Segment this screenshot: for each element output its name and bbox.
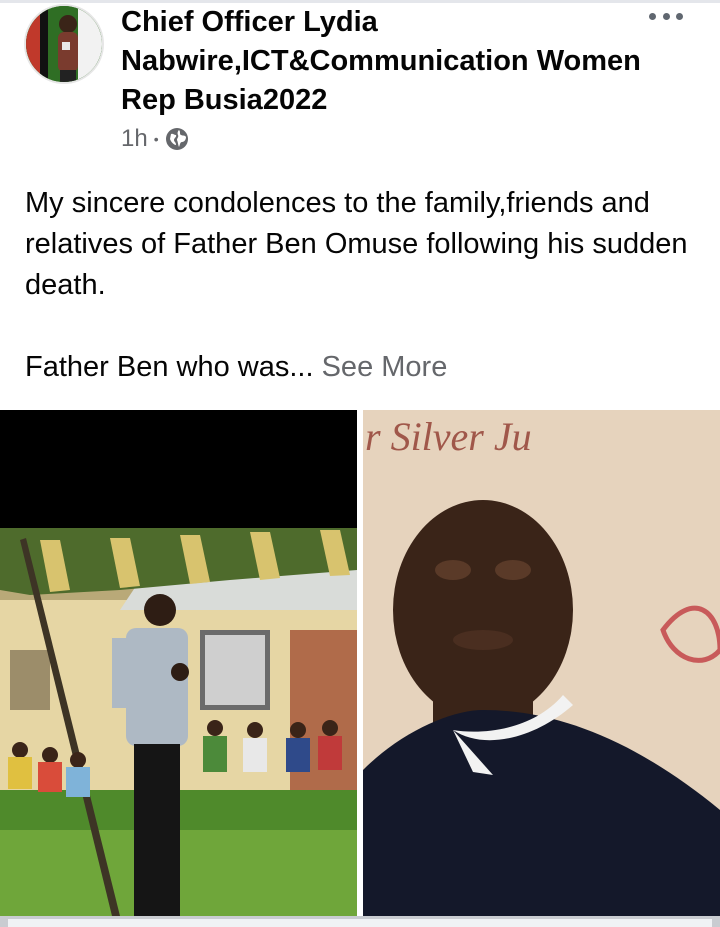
post-meta: 1h • [121,122,189,156]
banner-text: r Silver Ju [365,414,532,459]
portrait-image: r Silver Ju [363,410,720,916]
author-name[interactable]: Chief Officer Lydia Nabwire,ICT&Communic… [121,3,641,120]
post-paragraph-2-text: Father Ben who was... [25,351,314,383]
meta-separator: • [153,131,159,147]
bottom-divider [0,916,720,927]
post-paragraph-1: My sincere condolences to the family,fri… [25,187,688,301]
photo-portrait[interactable]: r Silver Ju [363,410,720,916]
post-body: My sincere condolences to the family,fri… [25,183,695,388]
gathering-image [0,410,357,916]
post-header: Chief Officer Lydia Nabwire,ICT&Communic… [0,0,720,170]
see-more-link[interactable]: See More [322,351,448,383]
more-options-icon[interactable] [646,6,686,26]
globe-icon[interactable] [165,127,189,151]
post-paragraph-2: Father Ben who was... See More [25,347,695,388]
author-avatar[interactable] [24,4,104,84]
post-time[interactable]: 1h [121,125,148,153]
post-photos: r Silver Ju [0,410,720,916]
avatar-image [26,6,102,82]
photo-gathering[interactable] [0,410,357,916]
